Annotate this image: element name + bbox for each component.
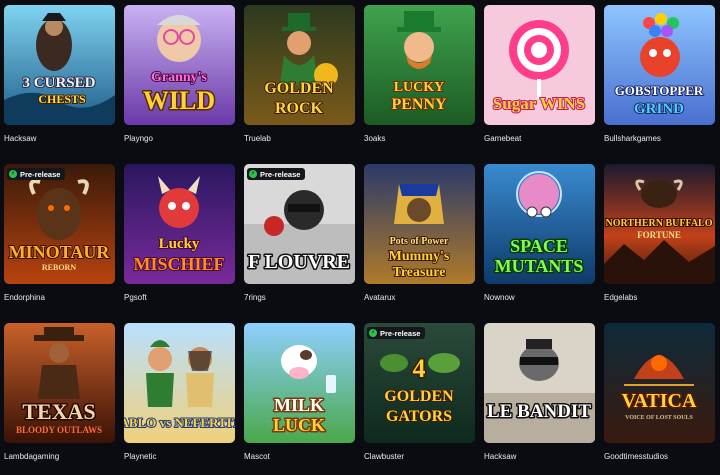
svg-text:LE BANDIT: LE BANDIT: [487, 401, 591, 422]
provider-label: Playngo: [124, 134, 153, 143]
provider-label: Hacksaw: [484, 452, 517, 461]
svg-text:MISCHIEF: MISCHIEF: [133, 254, 224, 274]
svg-text:CHESTS: CHESTS: [38, 92, 86, 106]
svg-text:GOLDEN: GOLDEN: [264, 80, 334, 97]
svg-text:LUCK: LUCK: [273, 415, 325, 435]
game-card[interactable]: LUCKY PENNY 3oaks: [364, 5, 475, 157]
provider-label: Goodtimesstudios: [604, 452, 669, 461]
game-thumbnail[interactable]: SPACE MUTANTS: [484, 164, 595, 284]
game-thumbnail[interactable]: MILK LUCK: [244, 323, 355, 443]
pre-release-badge: ⚡ Pre-release: [367, 327, 426, 339]
svg-text:PABLO vs NEFERTITI: PABLO vs NEFERTITI: [124, 415, 235, 430]
game-thumbnail[interactable]: Granny's WILD: [124, 5, 235, 125]
svg-text:4: 4: [413, 354, 426, 383]
svg-text:GATORS: GATORS: [386, 408, 452, 425]
provider-label: Gamebeat: [484, 134, 522, 143]
svg-text:Lucky: Lucky: [159, 236, 200, 252]
provider-label: Bullsharkgames: [604, 134, 661, 143]
badge-label: Pre-release: [380, 328, 421, 338]
game-thumbnail[interactable]: LUCKY PENNY: [364, 5, 475, 125]
provider-label: Lambdagaming: [4, 452, 60, 461]
svg-text:REBORN: REBORN: [42, 263, 76, 272]
game-card[interactable]: 3 CURSED CHESTS Hacksaw: [4, 5, 115, 157]
svg-text:LUCKY: LUCKY: [394, 80, 445, 95]
pre-release-badge: ⚡ Pre-release: [7, 168, 66, 180]
provider-label: Clawbuster: [364, 452, 405, 461]
svg-text:MUTANTS: MUTANTS: [495, 256, 584, 276]
provider-label: Playnetic: [124, 452, 157, 461]
svg-text:WILD: WILD: [143, 86, 215, 115]
svg-text:GOBSTOPPER: GOBSTOPPER: [615, 83, 704, 98]
game-card[interactable]: LE BANDIT Hacksaw: [484, 323, 595, 475]
game-thumbnail[interactable]: GOLDEN ROCK: [244, 5, 355, 125]
svg-text:TEXAS: TEXAS: [22, 399, 95, 424]
game-card[interactable]: PABLO vs NEFERTITI Playnetic: [124, 323, 235, 475]
badge-label: Pre-release: [20, 169, 61, 179]
svg-text:GRIND: GRIND: [634, 101, 684, 117]
provider-label: Edgelabs: [604, 293, 638, 302]
game-thumbnail[interactable]: TEXAS BLOODY OUTLAWS: [4, 323, 115, 443]
svg-text:Pots of Power: Pots of Power: [390, 236, 449, 247]
lightning-icon: ⚡: [9, 170, 17, 178]
game-thumbnail[interactable]: 4 GOLDEN GATORS ⚡ Pre-release: [364, 323, 475, 443]
game-thumbnail[interactable]: GOBSTOPPER GRIND: [604, 5, 715, 125]
game-card[interactable]: F LOUVRE ⚡ Pre-release 7rings: [244, 164, 355, 316]
svg-text:PENNY: PENNY: [391, 96, 447, 113]
game-grid: 3 CURSED CHESTS Hacksaw Granny's WILD Pl…: [4, 5, 715, 475]
svg-text:BLOODY OUTLAWS: BLOODY OUTLAWS: [16, 425, 102, 435]
game-card[interactable]: Pots of Power Mummy's Treasure Avatarux: [364, 164, 475, 316]
game-thumbnail[interactable]: F LOUVRE ⚡ Pre-release: [244, 164, 355, 284]
svg-text:VOICE OF LOST SOULS: VOICE OF LOST SOULS: [625, 415, 693, 421]
lightning-icon: ⚡: [369, 329, 377, 337]
provider-label: Mascot: [244, 452, 270, 461]
provider-label: Avatarux: [364, 293, 396, 302]
game-card[interactable]: Sugar WINS Gamebeat: [484, 5, 595, 157]
svg-text:FORTUNE: FORTUNE: [637, 230, 681, 240]
svg-text:F LOUVRE: F LOUVRE: [248, 251, 350, 273]
game-thumbnail[interactable]: Sugar WINS: [484, 5, 595, 125]
svg-text:MINOTAUR: MINOTAUR: [9, 242, 111, 262]
provider-label: Pgsoft: [124, 293, 147, 302]
game-card[interactable]: 4 GOLDEN GATORS ⚡ Pre-release Clawbuster: [364, 323, 475, 475]
svg-text:Granny's: Granny's: [151, 70, 208, 85]
game-thumbnail[interactable]: Lucky MISCHIEF: [124, 164, 235, 284]
game-thumbnail[interactable]: Pots of Power Mummy's Treasure: [364, 164, 475, 284]
game-thumbnail[interactable]: NORTHERN BUFFALO FORTUNE: [604, 164, 715, 284]
provider-label: Truelab: [244, 134, 271, 143]
lightning-icon: ⚡: [249, 170, 257, 178]
game-card[interactable]: NORTHERN BUFFALO FORTUNE Edgelabs: [604, 164, 715, 316]
game-card[interactable]: Granny's WILD Playngo: [124, 5, 235, 157]
provider-label: 3oaks: [364, 134, 386, 143]
game-card[interactable]: TEXAS BLOODY OUTLAWS Lambdagaming: [4, 323, 115, 475]
svg-text:3 CURSED: 3 CURSED: [23, 75, 96, 91]
svg-text:SPACE: SPACE: [510, 236, 568, 256]
game-card[interactable]: Lucky MISCHIEF Pgsoft: [124, 164, 235, 316]
svg-text:ROCK: ROCK: [275, 100, 324, 117]
svg-text:MILK: MILK: [274, 395, 324, 415]
game-thumbnail[interactable]: MINOTAUR REBORN ⚡ Pre-release: [4, 164, 115, 284]
svg-text:Mummy's: Mummy's: [389, 249, 450, 264]
game-thumbnail[interactable]: LE BANDIT: [484, 323, 595, 443]
game-card[interactable]: SPACE MUTANTS Nownow: [484, 164, 595, 316]
game-thumbnail[interactable]: VATICA VOICE OF LOST SOULS: [604, 323, 715, 443]
pre-release-badge: ⚡ Pre-release: [247, 168, 306, 180]
game-thumbnail[interactable]: PABLO vs NEFERTITI: [124, 323, 235, 443]
badge-label: Pre-release: [260, 169, 301, 179]
svg-text:Sugar WINS: Sugar WINS: [493, 94, 585, 113]
provider-label: Hacksaw: [4, 134, 37, 143]
game-card[interactable]: MILK LUCK Mascot: [244, 323, 355, 475]
provider-label: Nownow: [484, 293, 515, 302]
svg-text:NORTHERN BUFFALO: NORTHERN BUFFALO: [606, 218, 713, 229]
game-card[interactable]: VATICA VOICE OF LOST SOULS Goodtimesstud…: [604, 323, 715, 475]
game-thumbnail[interactable]: 3 CURSED CHESTS: [4, 5, 115, 125]
game-card[interactable]: MINOTAUR REBORN ⚡ Pre-release Endorphina: [4, 164, 115, 316]
game-card[interactable]: GOLDEN ROCK Truelab: [244, 5, 355, 157]
provider-label: 7rings: [244, 293, 266, 302]
game-card[interactable]: GOBSTOPPER GRIND Bullsharkgames: [604, 5, 715, 157]
provider-label: Endorphina: [4, 293, 45, 302]
svg-text:GOLDEN: GOLDEN: [384, 388, 454, 405]
svg-text:VATICA: VATICA: [622, 390, 697, 412]
svg-text:Treasure: Treasure: [393, 265, 446, 280]
